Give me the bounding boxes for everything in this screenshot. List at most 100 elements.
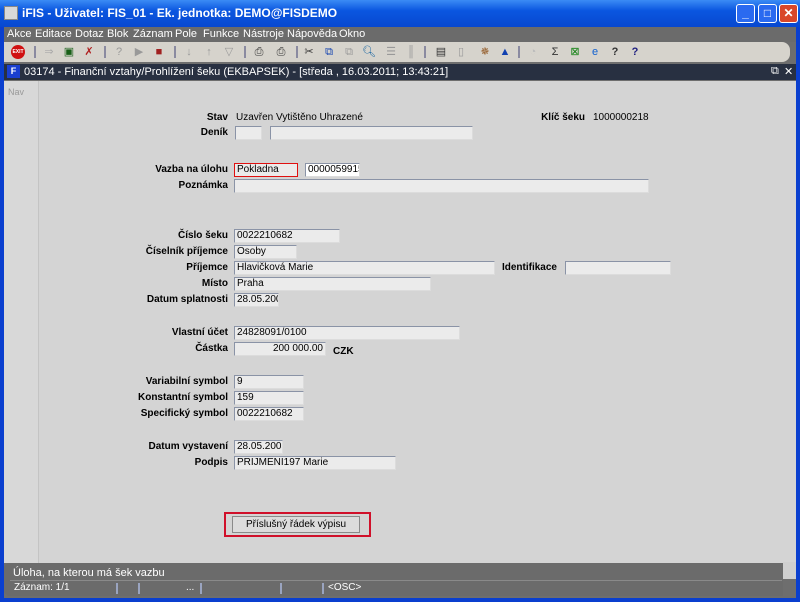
vazba-label: Vazba na úlohu [155,164,228,175]
list-icon[interactable]: ☰ [384,45,398,59]
menu-funkce[interactable]: Funkce [203,28,239,40]
columns-icon[interactable]: ║ [404,45,418,59]
filter-icon[interactable]: ▽ [222,45,236,59]
datum-vystaveni-label: Datum vystavení [148,441,228,452]
sort-desc-icon[interactable]: ↑ [202,45,216,59]
close-button[interactable]: ✕ [779,4,798,23]
castka-label: Částka [195,343,228,354]
window-title: iFIS - Uživatel: FIS_01 - Ek. jednotka: … [22,6,338,20]
klic-label: Klíč šeku [541,112,585,123]
app-icon [4,6,18,20]
document-icon[interactable]: ▯ [454,45,468,59]
record-counter: Záznam: 1/1 [14,582,70,593]
vazba-number-field[interactable]: 0000059915 [305,163,360,177]
menu-zaznam[interactable]: Záznam [133,28,173,40]
misto-label: Místo [201,278,228,289]
context-help-icon[interactable]: ? [628,45,642,59]
status-bar: Úloha, na kterou má šek vazbu Záznam: 1/… [4,563,783,596]
execute-query-icon[interactable]: ▶ [132,45,146,59]
menu-blok[interactable]: Blok [107,28,128,40]
denik-code-field[interactable] [235,126,262,140]
menu-pole[interactable]: Pole [175,28,197,40]
vs-field[interactable]: 9 [234,375,304,389]
menu-editace[interactable]: Editace [35,28,72,40]
ciselnik-field[interactable]: Osoby [234,245,297,259]
fis-logo-icon: F [7,65,20,78]
print-setup-icon[interactable]: ⎙ [274,45,288,59]
klic-value: 1000000218 [593,112,649,123]
excel-icon[interactable]: ⊠ [568,45,582,59]
mode-indicator: <OSC> [328,582,362,593]
ks-field[interactable]: 159 [234,391,304,405]
ss-field[interactable]: 0022210682 [234,407,304,421]
ks-label: Konstantní symbol [137,392,228,403]
minimize-button[interactable]: _ [736,4,755,23]
triangle-icon[interactable]: ▲ [498,45,512,59]
print-icon[interactable]: ⎙ [252,45,266,59]
cislo-seku-label: Číslo šeku [177,230,228,241]
copy-icon[interactable]: ⧉ [322,45,336,59]
help-icon[interactable]: ? [608,45,622,59]
nav-pane: Nav [4,81,39,563]
poznamka-field[interactable] [234,179,649,193]
form-window-title: 03174 - Finanční vztahy/Prohlížení šeku … [24,66,449,78]
stav-label: Stav [206,112,228,123]
window-titlebar: iFIS - Uživatel: FIS_01 - Ek. jednotka: … [0,0,800,27]
exit-icon[interactable]: EXIT [11,45,25,59]
vlastni-ucet-field[interactable]: 24828091/0100 [234,326,460,340]
vlastni-ucet-label: Vlastní účet [171,327,228,338]
toolbar: EXIT ⇒ ▣ ✗ ? ▶ ■ ↓ ↑ ▽ ⎙ ⎙ ✂ ⧉ ⧉ 🔍︎ ☰ ║ … [4,42,790,62]
menu-okno[interactable]: Okno [339,28,365,40]
close-form-icon[interactable]: ✕ [784,65,793,78]
datum-vystaveni-field[interactable]: 28.05.2003 [234,440,283,454]
mena-label: CZK [333,346,354,357]
button-highlight: Příslušný řádek výpisu [224,512,371,537]
clock-icon[interactable]: ◔ [526,45,540,59]
datum-splatnosti-label: Datum splatnosti [146,294,228,305]
identifikace-label: Identifikace [501,262,557,273]
browser-icon[interactable]: e [588,45,602,59]
form-canvas [4,81,796,563]
insert-record-icon[interactable]: ⇒ [42,45,56,59]
identifikace-field[interactable] [565,261,671,275]
wheel-icon[interactable]: ✵ [478,45,492,59]
sum-icon[interactable]: Σ [548,45,562,59]
podpis-label: Podpis [194,457,228,468]
vs-label: Variabilní symbol [145,376,228,387]
scrollbar[interactable] [783,562,796,579]
datum-splatnosti-field[interactable]: 28.05.2003 [234,293,279,307]
podpis-field[interactable]: PRIJMENI197 Marie [234,456,396,470]
restore-icon[interactable]: ⧉ [771,65,779,78]
menu-akce[interactable]: Akce [7,28,31,40]
form-window-titlebar: F 03174 - Finanční vztahy/Prohlížení šek… [4,64,796,80]
denik-name-field[interactable] [270,126,473,140]
sort-asc-icon[interactable]: ↓ [182,45,196,59]
prijemce-label: Příjemce [186,262,228,273]
ss-label: Specifický symbol [140,408,228,419]
status-message: Úloha, na kterou má šek vazbu [13,567,165,579]
misto-field[interactable]: Praha [234,277,431,291]
export-icon[interactable]: ▤ [434,45,448,59]
menu-napoveda[interactable]: Nápověda [287,28,337,40]
cut-icon[interactable]: ✂ [302,45,316,59]
search-icon[interactable]: 🔍︎ [362,45,376,59]
prislusny-radek-vypisu-button[interactable]: Příslušný řádek výpisu [232,516,360,533]
paste-icon[interactable]: ⧉ [342,45,356,59]
menubar: Akce Editace Dotaz Blok Záznam Pole Funk… [4,27,796,42]
status-dots: ... [186,582,195,593]
menu-nastroje[interactable]: Nástroje [243,28,284,40]
nav-label[interactable]: Nav [8,87,24,97]
castka-field[interactable]: 200 000.00 [234,342,326,356]
ciselnik-label: Číselník příjemce [145,246,228,257]
stav-value: Uzavřen Vytištěno Uhrazené [236,112,363,123]
poznamka-label: Poznámka [178,180,228,191]
denik-label: Deník [200,127,228,138]
menu-dotaz[interactable]: Dotaz [75,28,104,40]
query-icon[interactable]: ? [112,45,126,59]
maximize-button[interactable]: □ [758,4,777,23]
cislo-seku-field[interactable]: 0022210682 [234,229,340,243]
cancel-query-icon[interactable]: ■ [152,45,166,59]
vazba-field[interactable]: Pokladna [234,163,298,177]
save-icon[interactable]: ▣ [62,45,76,59]
delete-record-icon[interactable]: ✗ [82,45,96,59]
